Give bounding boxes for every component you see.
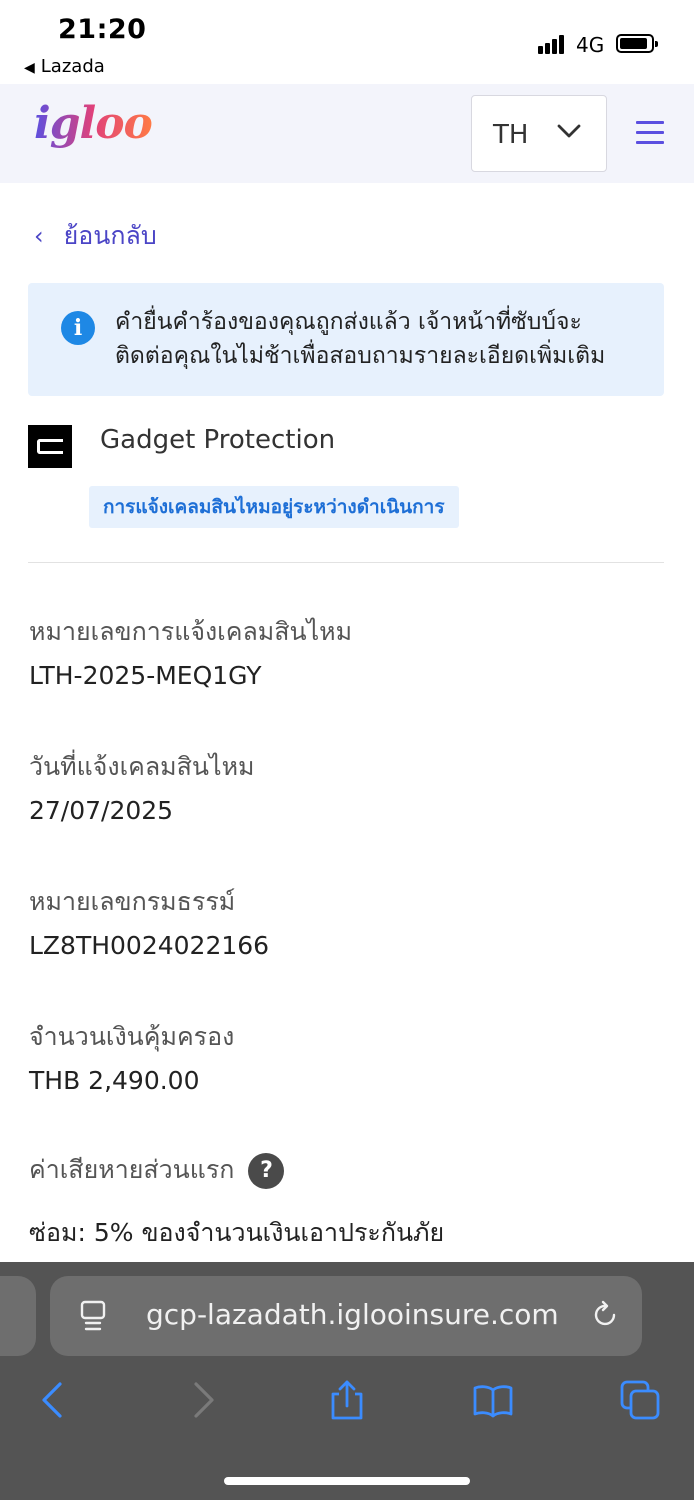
back-link[interactable]: ‹ ย้อนกลับ [34, 216, 157, 256]
sum-insured-label: จำนวนเงินคุ้มครอง [29, 1022, 235, 1051]
sum-insured-value: THB 2,490.00 [29, 1066, 200, 1095]
forward-icon[interactable] [180, 1378, 224, 1422]
claim-date-label: วันที่แจ้งเคลมสินไหม [29, 752, 255, 781]
network-type: 4G [576, 33, 605, 57]
url-text: gcp-lazadath.iglooinsure.com [146, 1298, 559, 1331]
chevron-left-icon: ‹ [34, 222, 44, 250]
product-name: Gadget Protection [100, 425, 336, 455]
submission-notice: i คำยื่นคำร้องของคุณถูกส่งแล้ว เจ้าหน้าท… [28, 283, 664, 396]
back-to-app-link[interactable]: ◀ Lazada [24, 56, 105, 77]
language-code: TH [493, 120, 529, 150]
share-icon[interactable] [325, 1378, 369, 1422]
deductible-label-text: ค่าเสียหายส่วนแรก [29, 1155, 235, 1184]
page-icon[interactable] [80, 1300, 106, 1332]
deductible-repair-text: ซ่อม: 5% ของจำนวนเงินเอาประกันภัย [29, 1218, 445, 1247]
deductible-label: ค่าเสียหายส่วนแรก? [29, 1150, 285, 1190]
claim-number-value: LTH-2025-MEQ1GY [29, 661, 262, 690]
gadget-product-icon [28, 425, 72, 468]
battery-icon [616, 34, 658, 53]
status-time: 21:20 [58, 14, 147, 45]
back-icon[interactable] [32, 1378, 76, 1422]
divider [28, 562, 664, 563]
reload-icon[interactable] [590, 1300, 620, 1330]
notice-message: คำยื่นคำร้องของคุณถูกส่งแล้ว เจ้าหน้าที่… [115, 309, 606, 369]
cellular-signal-icon [538, 34, 570, 54]
policy-number-value: LZ8TH0024022166 [29, 931, 270, 960]
info-icon: i [61, 311, 95, 345]
site-header: igloo TH [0, 84, 694, 183]
address-bar[interactable]: gcp-lazadath.iglooinsure.com [50, 1276, 642, 1356]
igloo-logo[interactable]: igloo [34, 98, 153, 149]
bookmarks-icon[interactable] [471, 1378, 515, 1422]
back-app-label: Lazada [40, 56, 105, 77]
claim-status-badge: การแจ้งเคลมสินไหมอยู่ระหว่างดำเนินการ [89, 486, 459, 528]
back-triangle-icon: ◀ [24, 60, 35, 76]
help-icon[interactable]: ? [248, 1153, 285, 1189]
chevron-down-icon [557, 124, 581, 138]
hamburger-menu-icon[interactable] [636, 121, 664, 145]
status-bar: 21:20 ◀ Lazada 4G [0, 0, 694, 84]
browser-toolbar: gcp-lazadath.iglooinsure.com [0, 1262, 694, 1500]
claim-number-label: หมายเลขการแจ้งเคลมสินไหม [29, 617, 353, 646]
claim-date-value: 27/07/2025 [29, 796, 174, 825]
language-select[interactable]: TH [471, 95, 607, 172]
tabs-icon[interactable] [618, 1378, 662, 1422]
policy-number-label: หมายเลขกรมธรรม์ [29, 887, 236, 916]
home-indicator [224, 1477, 470, 1485]
back-link-label: ย้อนกลับ [63, 221, 157, 250]
previous-tab-stub[interactable] [0, 1276, 36, 1356]
